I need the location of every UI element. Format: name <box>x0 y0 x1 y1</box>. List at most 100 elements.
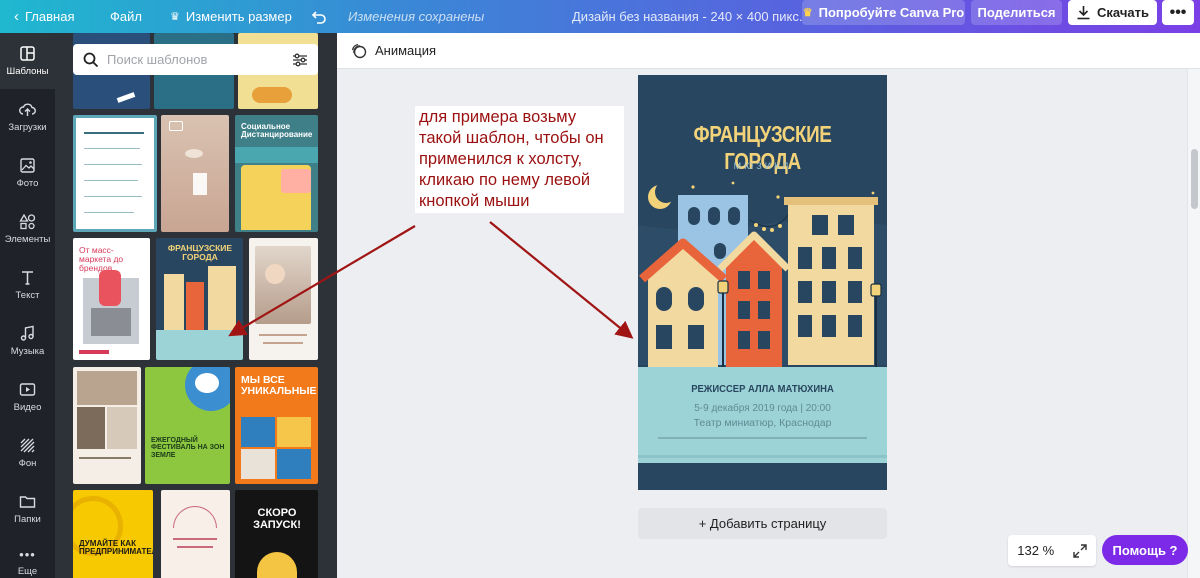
help-label: Помощь ? <box>1112 542 1178 558</box>
download-icon <box>1077 6 1090 20</box>
rail-item-background[interactable]: Фон <box>0 425 55 481</box>
download-label: Скачать <box>1097 5 1149 20</box>
animation-label: Анимация <box>375 43 437 58</box>
rail-label: Элементы <box>4 234 51 245</box>
rail-item-templates[interactable]: Шаблоны <box>0 33 55 89</box>
search-icon <box>83 52 99 67</box>
template-thumbnail[interactable] <box>73 115 157 232</box>
design-canvas[interactable]: ФРАНЦУЗСКИЕ ГОРОДА МЮЗИКЛ РЕЖИССЕР АЛЛА … <box>638 75 887 490</box>
zoom-control[interactable]: 132 % <box>1008 535 1096 566</box>
design-director[interactable]: РЕЖИССЕР АЛЛА МАТЮХИНА <box>650 383 874 395</box>
rail-item-text[interactable]: Текст <box>0 257 55 313</box>
music-icon <box>20 325 34 341</box>
rail-label: Папки <box>14 514 41 525</box>
design-subtitle[interactable]: МЮЗИКЛ <box>638 161 887 171</box>
folder-icon <box>19 496 36 508</box>
file-label: Файл <box>110 9 142 24</box>
more-icon: ••• <box>19 547 36 562</box>
template-thumbnail[interactable]: От масс-маркета до брендов <box>73 238 150 360</box>
template-search[interactable] <box>73 44 318 75</box>
template-thumbnail[interactable]: СКОРО ЗАПУСК! <box>235 490 318 578</box>
rail-item-more[interactable]: ••• Еще <box>0 537 55 578</box>
help-button[interactable]: Помощь ? <box>1102 535 1188 565</box>
home-button[interactable]: ‹ Главная <box>14 0 74 33</box>
rail-label: Фото <box>16 178 39 189</box>
rail-item-music[interactable]: Музыка <box>0 313 55 369</box>
template-thumbnail[interactable]: МЫ ВСЕ УНИКАЛЬНЫЕ <box>235 367 318 484</box>
rail-item-folders[interactable]: Папки <box>0 481 55 537</box>
workspace-scrollbar[interactable] <box>1187 69 1200 578</box>
try-pro-label: Попробуйте Canva Pro <box>818 5 965 20</box>
template-thumbnail[interactable]: ЕЖЕГОДНЫЙ ФЕСТИВАЛЬ НА ЗОН ЗЕМЛЕ <box>145 367 230 484</box>
share-label: Поделиться <box>977 5 1056 20</box>
template-thumbnail-french-cities[interactable]: ФРАНЦУЗСКИЕ ГОРОДА <box>156 238 243 360</box>
animation-toolbar: Анимация <box>337 33 1200 69</box>
top-bar: ‹ Главная Файл ♛ Изменить размер Изменен… <box>0 0 1200 33</box>
left-rail: Шаблоны Загрузки Фото Элементы Текст Муз… <box>0 33 55 578</box>
more-options-button[interactable]: ••• <box>1162 0 1194 25</box>
animation-icon <box>351 43 367 58</box>
download-button[interactable]: Скачать <box>1068 0 1157 25</box>
crown-icon: ♛ <box>802 7 813 19</box>
template-title: ФРАНЦУЗСКИЕ ГОРОДА <box>167 243 233 262</box>
design-venue[interactable]: Театр миниатюр, Краснодар <box>638 417 887 429</box>
template-title: МЫ ВСЕ УНИКАЛЬНЫЕ <box>241 374 317 398</box>
templates-panel: Социальное Дистанцирование От масс-марке… <box>55 33 337 578</box>
share-button[interactable]: Поделиться <box>971 0 1062 25</box>
rail-label: Видео <box>13 402 42 413</box>
save-status: Изменения сохранены <box>348 0 484 33</box>
template-thumbnail[interactable] <box>161 115 229 232</box>
rail-item-uploads[interactable]: Загрузки <box>0 89 55 145</box>
template-title: СКОРО ЗАПУСК! <box>253 507 301 531</box>
resize-button[interactable]: ♛ Изменить размер <box>170 0 292 33</box>
template-title: ЕЖЕГОДНЫЙ ФЕСТИВАЛЬ НА ЗОН ЗЕМЛЕ <box>151 437 225 459</box>
zoom-level[interactable]: 132 % <box>1017 543 1054 558</box>
design-title[interactable]: Дизайн без названия - 240 × 400 пикс. <box>572 0 802 33</box>
text-icon <box>22 271 33 285</box>
rail-label: Музыка <box>10 346 45 357</box>
rail-label: Шаблоны <box>6 66 49 77</box>
annotation-note: для примера возьму такой шаблон, чтобы о… <box>415 106 624 213</box>
more-dots-icon: ••• <box>1169 3 1187 21</box>
scrollbar-thumb[interactable] <box>1191 149 1198 209</box>
rail-item-video[interactable]: Видео <box>0 369 55 425</box>
rail-label: Еще <box>17 566 38 577</box>
fullscreen-icon[interactable] <box>1073 543 1087 558</box>
design-title-text: Дизайн без названия - 240 × 400 пикс. <box>572 9 803 24</box>
upload-icon <box>19 103 36 116</box>
rail-item-photos[interactable]: Фото <box>0 145 55 201</box>
template-title: От масс-маркета до брендов <box>79 245 124 273</box>
design-fineprint <box>658 437 867 439</box>
design-date[interactable]: 5-9 декабря 2019 года | 20:00 <box>638 403 887 414</box>
try-pro-button[interactable]: ♛ Попробуйте Canva Pro <box>802 0 965 25</box>
templates-icon <box>20 46 35 61</box>
resize-label: Изменить размер <box>185 9 292 24</box>
video-icon <box>19 383 36 396</box>
template-thumbnail[interactable] <box>249 238 318 360</box>
template-title: ДУМАЙТЕ КАК ПРЕДПРИНИМАТЕЛЬ <box>79 539 153 557</box>
panel-scrollbar[interactable] <box>328 33 334 578</box>
chevron-left-icon: ‹ <box>14 8 19 25</box>
rail-item-elements[interactable]: Элементы <box>0 201 55 257</box>
home-label: Главная <box>25 9 75 24</box>
rail-label: Фон <box>18 458 37 469</box>
search-input[interactable] <box>107 52 284 67</box>
file-menu[interactable]: Файл <box>110 0 142 33</box>
template-thumbnail[interactable]: Социальное Дистанцирование <box>235 115 318 232</box>
photo-icon <box>20 158 35 173</box>
template-thumbnail[interactable] <box>73 367 141 484</box>
undo-button[interactable] <box>311 0 327 33</box>
add-page-button[interactable]: + Добавить страницу <box>638 508 887 539</box>
annotation-text: для примера возьму такой шаблон, чтобы о… <box>419 108 604 210</box>
elements-icon <box>19 213 36 230</box>
save-status-text: Изменения сохранены <box>348 9 485 24</box>
filter-icon[interactable] <box>292 52 308 68</box>
animation-button[interactable]: Анимация <box>351 43 436 59</box>
rail-label: Загрузки <box>8 122 47 133</box>
add-page-label: + Добавить страницу <box>698 516 827 531</box>
template-thumbnail[interactable] <box>161 490 230 578</box>
background-icon <box>20 438 35 453</box>
template-thumbnail[interactable]: ДУМАЙТЕ КАК ПРЕДПРИНИМАТЕЛЬ <box>73 490 153 578</box>
rail-label: Текст <box>15 290 40 301</box>
template-title: Социальное Дистанцирование <box>241 122 313 140</box>
